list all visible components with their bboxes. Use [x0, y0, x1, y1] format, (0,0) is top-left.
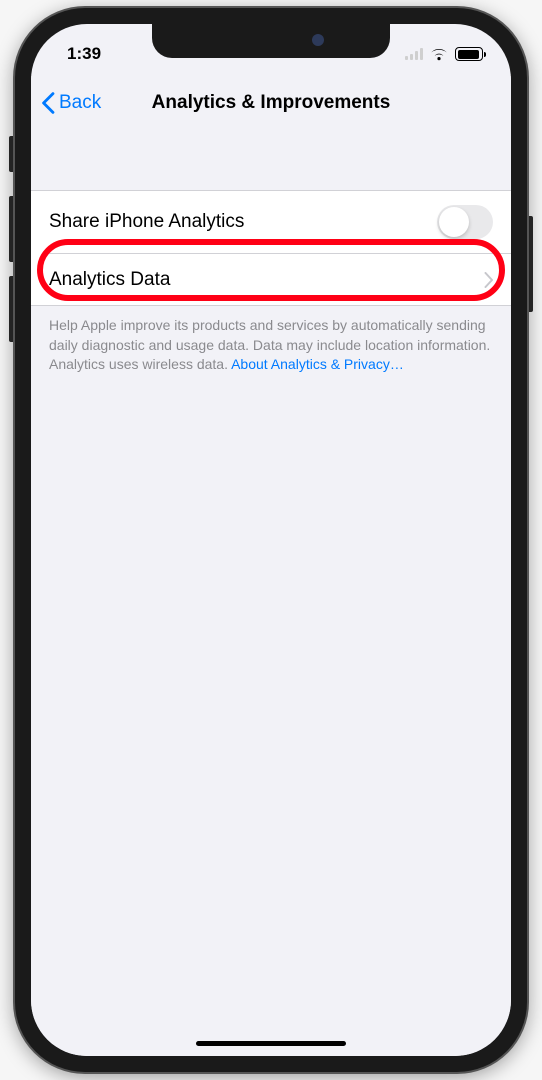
content-area: Share iPhone Analytics Analytics Data He… [31, 130, 511, 1056]
share-analytics-label: Share iPhone Analytics [49, 211, 244, 233]
toggle-knob [439, 207, 469, 237]
screen: 1:39 Back Analy [31, 24, 511, 1056]
phone-mockup: 1:39 Back Analy [0, 0, 542, 1080]
analytics-data-row[interactable]: Analytics Data [49, 253, 511, 305]
side-button [527, 216, 533, 312]
wifi-icon [430, 47, 448, 61]
status-indicators [405, 47, 483, 61]
back-label: Back [59, 92, 101, 114]
back-button[interactable]: Back [41, 92, 101, 114]
device-frame: 1:39 Back Analy [15, 8, 527, 1072]
footer-description: Help Apple improve its products and serv… [31, 306, 511, 375]
analytics-data-label: Analytics Data [49, 269, 170, 291]
navigation-bar: Back Analytics & Improvements [31, 76, 511, 130]
notch [152, 24, 390, 58]
share-analytics-row[interactable]: Share iPhone Analytics [31, 191, 511, 253]
about-analytics-link[interactable]: About Analytics & Privacy… [231, 356, 404, 372]
settings-group: Share iPhone Analytics Analytics Data [31, 190, 511, 306]
chevron-left-icon [41, 92, 55, 114]
cellular-icon [405, 48, 423, 60]
page-title: Analytics & Improvements [152, 92, 391, 114]
share-analytics-toggle[interactable] [437, 205, 493, 239]
chevron-right-icon [484, 272, 493, 288]
battery-icon [455, 47, 483, 61]
home-indicator[interactable] [196, 1041, 346, 1046]
status-time: 1:39 [67, 44, 101, 64]
